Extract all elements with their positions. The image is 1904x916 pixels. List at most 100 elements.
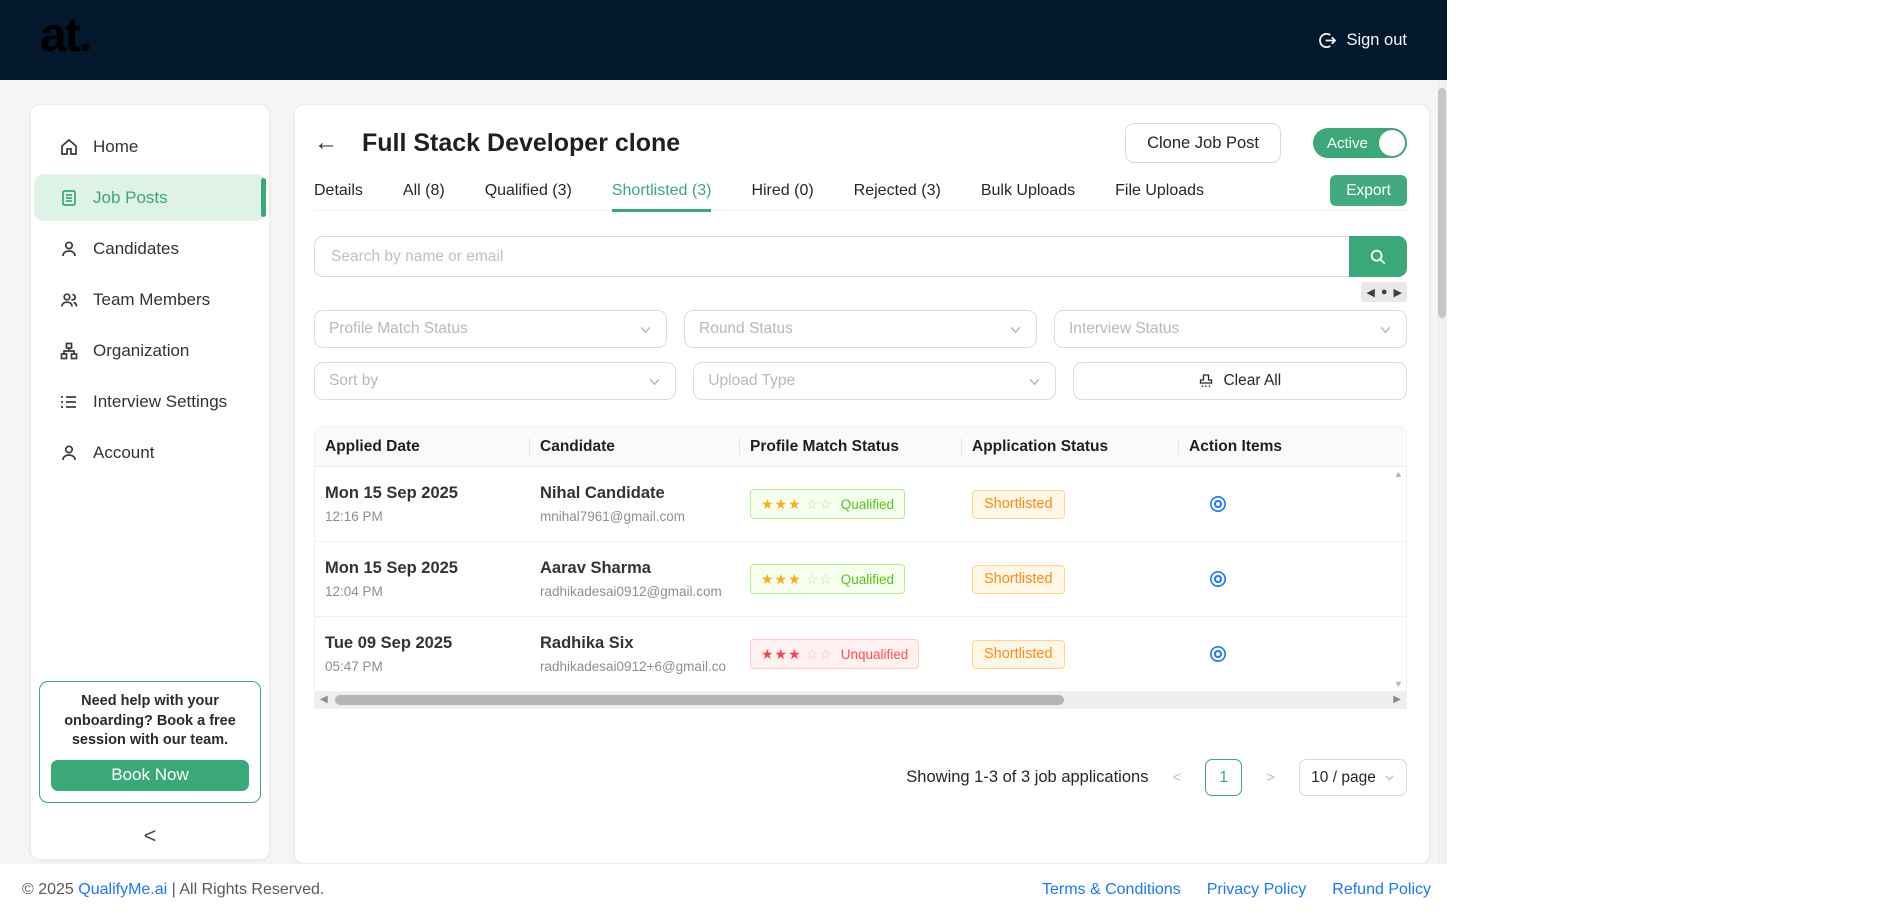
content-area: Home Job Posts Candidates Team Members O… — [0, 80, 1447, 864]
brand-link[interactable]: QualifyMe.ai — [78, 881, 167, 898]
onboarding-help-card: Need help with your onboarding? Book a f… — [39, 681, 261, 803]
copyright: © 2025 QualifyMe.ai | All Rights Reserve… — [22, 881, 324, 899]
view-eye-icon — [1207, 568, 1229, 590]
table-header: Applied Date Candidate Profile Match Sta… — [315, 427, 1406, 467]
select-placeholder: Profile Match Status — [329, 320, 468, 337]
sidebar-item-team-members[interactable]: Team Members — [34, 276, 266, 323]
footer-links: Terms & Conditions Privacy Policy Refund… — [1042, 881, 1431, 899]
select-placeholder: Round Status — [699, 320, 793, 337]
tab-hired[interactable]: Hired (0) — [751, 171, 813, 211]
view-application-button[interactable] — [1205, 641, 1231, 667]
toggle-label: Active — [1327, 134, 1368, 152]
scroll-dot-icon[interactable]: ● — [1381, 286, 1388, 298]
export-button[interactable]: Export — [1330, 175, 1407, 206]
sidebar-item-label: Home — [93, 136, 139, 156]
candidate-email: radhikadesai0912+6@gmail.co — [540, 659, 726, 674]
book-now-button[interactable]: Book Now — [51, 759, 249, 791]
tab-bulk-uploads[interactable]: Bulk Uploads — [981, 171, 1075, 211]
select-placeholder: Interview Status — [1069, 320, 1180, 337]
scroll-up-icon[interactable]: ▲ — [1394, 470, 1403, 479]
page-scrollbar[interactable] — [1437, 80, 1447, 864]
scroll-right-icon[interactable]: ▶ — [1394, 286, 1402, 299]
privacy-link[interactable]: Privacy Policy — [1207, 881, 1307, 899]
select-placeholder: Sort by — [329, 372, 379, 389]
tab-file-uploads[interactable]: File Uploads — [1115, 171, 1204, 211]
help-text: Need help with your onboarding? Book a f… — [64, 693, 236, 749]
table-row: Mon 15 Sep 2025 12:16 PM Nihal Candidate… — [315, 467, 1406, 542]
scroll-right-icon[interactable]: ▶ — [1393, 695, 1401, 705]
application-status-badge: Shortlisted — [972, 489, 1065, 519]
round-status-select[interactable]: Round Status — [684, 310, 1037, 348]
search-input[interactable] — [314, 236, 1349, 277]
application-status-badge: Shortlisted — [972, 564, 1065, 594]
page-title: Full Stack Developer clone — [362, 128, 681, 157]
page-size-select[interactable]: 10 / page — [1299, 759, 1407, 796]
column-header-profile-match: Profile Match Status — [740, 427, 962, 466]
sidebar-item-interview-settings[interactable]: Interview Settings — [34, 378, 266, 425]
tab-rejected[interactable]: Rejected (3) — [854, 171, 941, 211]
next-page-button[interactable]: > — [1262, 769, 1279, 786]
scroll-down-icon[interactable]: ▼ — [1394, 680, 1403, 689]
brand-logo: at. — [40, 9, 92, 62]
active-status-toggle[interactable]: Active — [1313, 128, 1407, 158]
interview-status-select[interactable]: Interview Status — [1054, 310, 1407, 348]
sidebar-item-organization[interactable]: Organization — [34, 327, 266, 374]
clear-all-button[interactable]: Clear All — [1072, 362, 1407, 400]
applied-date: Mon 15 Sep 2025 — [325, 484, 458, 502]
table-vertical-scrollbar[interactable]: ▲ ▼ — [1391, 467, 1406, 692]
toggle-knob — [1379, 130, 1405, 156]
sidebar-item-label: Account — [93, 442, 155, 462]
sidebar: Home Job Posts Candidates Team Members O… — [30, 104, 270, 860]
terms-link[interactable]: Terms & Conditions — [1042, 881, 1181, 899]
table-horizontal-scrollbar[interactable]: ◀ ▶ — [315, 692, 1406, 708]
sidebar-collapse-button[interactable]: < — [31, 823, 269, 849]
sign-out-button[interactable]: Sign out — [1318, 0, 1407, 80]
view-eye-icon — [1207, 493, 1229, 515]
copyright-text: | All Rights Reserved. — [171, 881, 325, 898]
column-header-applied-date: Applied Date — [315, 427, 530, 466]
table-body: Mon 15 Sep 2025 12:16 PM Nihal Candidate… — [315, 467, 1406, 692]
tab-details[interactable]: Details — [314, 171, 363, 211]
chevron-down-icon — [1028, 375, 1041, 388]
page-scroll-thumb[interactable] — [1438, 88, 1446, 318]
chevron-down-icon — [1379, 323, 1392, 336]
top-bar: at. Sign out — [0, 0, 1447, 80]
view-application-button[interactable] — [1205, 566, 1231, 592]
page-number-button[interactable]: 1 — [1205, 759, 1243, 796]
logout-icon — [1318, 31, 1337, 50]
main-panel: ← Full Stack Developer clone Clone Job P… — [294, 104, 1430, 864]
applied-time: 12:04 PM — [325, 584, 383, 599]
clone-job-post-button[interactable]: Clone Job Post — [1125, 123, 1281, 163]
applied-date: Mon 15 Sep 2025 — [325, 559, 458, 577]
sort-by-select[interactable]: Sort by — [314, 362, 677, 400]
search-icon — [1369, 248, 1387, 266]
tabs-row: Details All (8) Qualified (3) Shortliste… — [314, 171, 1407, 212]
org-chart-icon — [59, 341, 79, 361]
candidate-name: Aarav Sharma — [540, 559, 651, 577]
profile-match-status-select[interactable]: Profile Match Status — [314, 310, 667, 348]
applied-time: 12:16 PM — [325, 509, 383, 524]
view-application-button[interactable] — [1205, 491, 1231, 517]
tab-all[interactable]: All (8) — [403, 171, 445, 211]
sign-out-label: Sign out — [1346, 30, 1407, 49]
refund-link[interactable]: Refund Policy — [1332, 881, 1431, 899]
pagination: Showing 1-3 of 3 job applications < 1 > … — [314, 759, 1407, 796]
previous-page-button[interactable]: < — [1168, 769, 1185, 786]
tab-qualified[interactable]: Qualified (3) — [485, 171, 572, 211]
sidebar-item-job-posts[interactable]: Job Posts — [34, 174, 266, 221]
scroll-left-icon[interactable]: ◀ — [320, 695, 328, 705]
sidebar-item-candidates[interactable]: Candidates — [34, 225, 266, 272]
application-status-badge: Shortlisted — [972, 639, 1065, 669]
footer: © 2025 QualifyMe.ai | All Rights Reserve… — [0, 864, 1447, 916]
tab-shortlisted[interactable]: Shortlisted (3) — [611, 171, 711, 212]
horizontal-scroll-thumb[interactable] — [335, 695, 1064, 705]
profile-match-badge: ★★★ ☆☆ Qualified — [750, 564, 906, 594]
scroll-left-icon[interactable]: ◀ — [1366, 286, 1374, 299]
filters: Profile Match Status Round Status Interv… — [314, 310, 1407, 400]
search-button[interactable] — [1349, 236, 1407, 277]
sidebar-item-account[interactable]: Account — [34, 429, 266, 476]
chevron-down-icon — [1384, 772, 1395, 783]
sidebar-item-home[interactable]: Home — [34, 123, 266, 170]
back-arrow-icon[interactable]: ← — [314, 129, 344, 157]
upload-type-select[interactable]: Upload Type — [693, 362, 1056, 400]
